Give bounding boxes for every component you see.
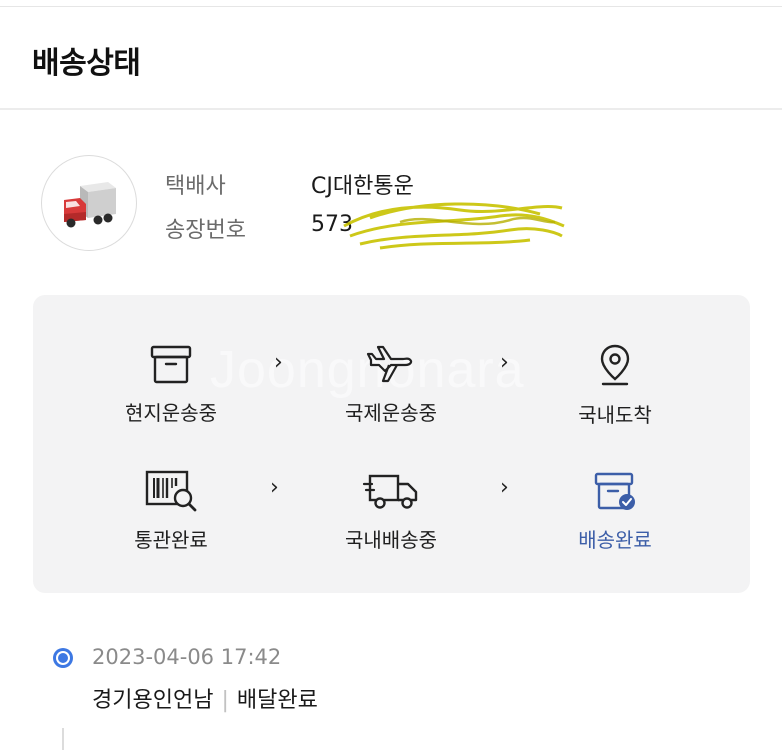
timeline-location: 경기용인언남 xyxy=(92,688,214,713)
chevron-right-icon: › xyxy=(500,475,509,500)
box-icon xyxy=(150,345,192,384)
truck-icon xyxy=(362,474,418,509)
chevron-right-icon: › xyxy=(274,350,283,375)
step-international-transit: 국제운송중 xyxy=(306,343,476,426)
box-check-icon xyxy=(594,472,635,510)
step-domestic-delivery: 국내배송중 xyxy=(306,470,476,553)
timeline-description: 경기용인언남 | 배달완료 xyxy=(92,682,318,714)
chevron-right-icon: › xyxy=(500,350,509,375)
delivery-truck-icon xyxy=(64,182,116,228)
redaction-scribble xyxy=(343,202,565,250)
step-label: 배송완료 xyxy=(578,528,652,552)
timeline-line xyxy=(62,728,64,750)
step-label: 국내도착 xyxy=(578,403,652,427)
barcode-search-icon xyxy=(145,470,197,512)
top-border xyxy=(0,6,782,7)
step-local-transit: 현지운송중 xyxy=(86,343,256,426)
tracking-number-label: 송장번호 xyxy=(165,218,246,243)
separator: | xyxy=(221,688,229,713)
location-pin-icon xyxy=(600,344,630,386)
step-delivered: 배송완료 xyxy=(530,470,700,553)
step-label: 국내배송중 xyxy=(345,528,437,552)
step-label: 통관완료 xyxy=(134,528,208,552)
step-customs-cleared: 통관완료 xyxy=(86,470,256,553)
timeline-datetime: 2023-04-06 17:42 xyxy=(92,645,282,669)
chevron-right-icon: › xyxy=(270,475,279,500)
page-title: 배송상태 xyxy=(32,46,141,81)
timeline-status: 배달완료 xyxy=(236,688,318,713)
airplane-icon xyxy=(366,345,413,383)
header-divider xyxy=(0,108,782,110)
step-domestic-arrival: 국내도착 xyxy=(530,343,700,428)
courier-company-label: 택배사 xyxy=(165,174,226,199)
step-label: 현지운송중 xyxy=(125,401,217,425)
step-label: 국제운송중 xyxy=(345,401,437,425)
timeline-dot xyxy=(53,648,73,668)
courier-avatar xyxy=(41,155,137,251)
